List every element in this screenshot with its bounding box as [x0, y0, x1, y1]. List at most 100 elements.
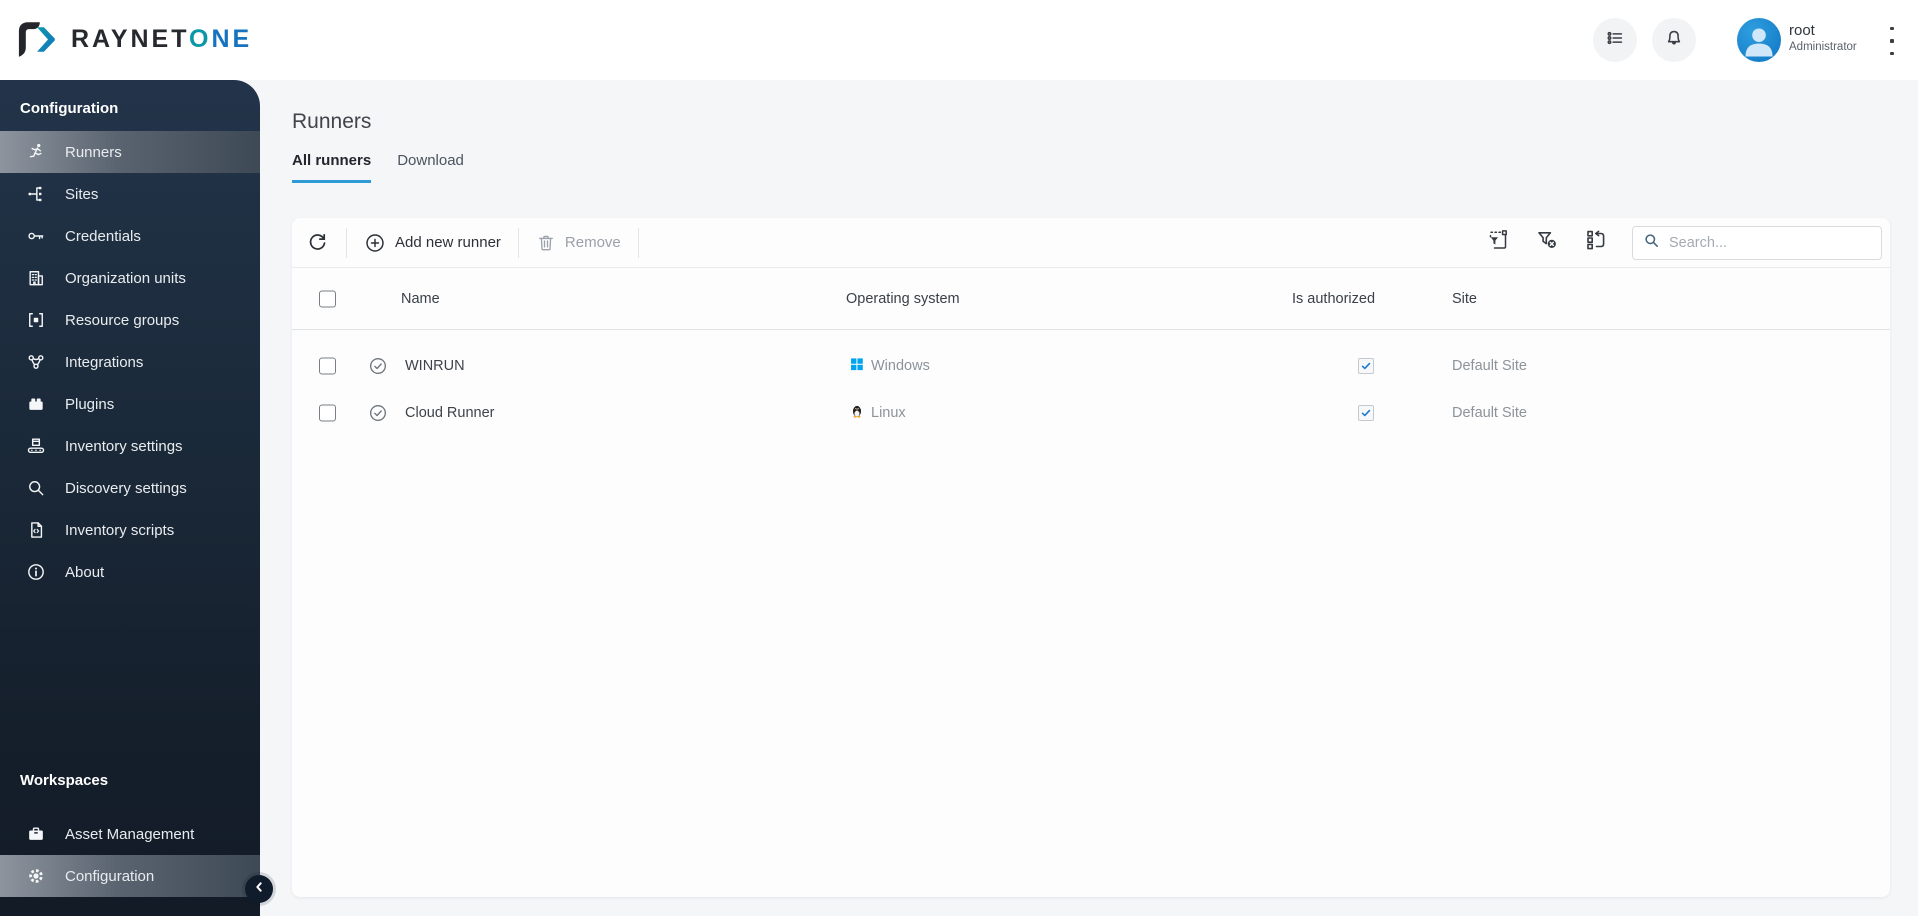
script-file-icon	[26, 520, 46, 540]
filter-template-icon	[1486, 228, 1510, 257]
remove-label: Remove	[564, 234, 621, 251]
sidebar-item-inventory-settings[interactable]: Inventory settings	[0, 425, 260, 467]
clear-filter-button[interactable]	[1534, 230, 1560, 256]
column-header-site[interactable]: Site	[1452, 291, 1477, 307]
table-row[interactable]: Cloud Runner Linux Default Site	[292, 389, 1890, 436]
search-input[interactable]	[1669, 234, 1871, 251]
sidebar-item-label: Plugins	[65, 395, 115, 413]
sidebar-item-sites[interactable]: Sites	[0, 173, 260, 215]
grid-toolbar: Add new runner Remove	[292, 218, 1890, 268]
main-content: Runners All runners Download Add new run…	[260, 80, 1918, 916]
toolbar-right-group	[1485, 225, 1882, 260]
column-chooser-button[interactable]	[1583, 230, 1609, 256]
brand-wordmark: RAYNETONE	[71, 25, 253, 53]
sites-icon	[26, 184, 46, 204]
runner-site: Default Site	[1452, 404, 1527, 421]
column-header-name[interactable]: Name	[401, 291, 440, 307]
sidebar-item-label: Integrations	[65, 353, 144, 371]
is-authorized-checkbox	[1358, 404, 1374, 421]
runner-os: Windows	[850, 357, 930, 375]
user-avatar[interactable]	[1737, 18, 1781, 62]
workspace-item-configuration[interactable]: Configuration	[0, 855, 260, 897]
toolbar-divider	[637, 227, 639, 258]
runner-name: WINRUN	[405, 357, 465, 374]
runner-site: Default Site	[1452, 357, 1527, 374]
tab-download[interactable]: Download	[397, 152, 464, 183]
runner-name: Cloud Runner	[405, 404, 495, 421]
sidebar-item-plugins[interactable]: Plugins	[0, 383, 260, 425]
sidebar: Configuration Runners Sites Credentials Org…	[0, 80, 273, 916]
sidebar-item-label: Inventory scripts	[65, 521, 175, 539]
app-root: RAYNETONE root Administrator Configurati…	[0, 0, 1918, 916]
search-icon	[1643, 232, 1660, 254]
column-header-authorized[interactable]: Is authorized	[1292, 291, 1375, 307]
select-all-checkbox[interactable]	[319, 290, 336, 307]
brand-logo[interactable]: RAYNETONE	[18, 21, 252, 58]
bell-icon	[1663, 27, 1685, 54]
sidebar-item-discovery-settings[interactable]: Discovery settings	[0, 467, 260, 509]
user-role: Administrator	[1789, 41, 1857, 53]
sidebar-item-label: Resource groups	[65, 311, 180, 329]
column-chooser-icon	[1584, 228, 1608, 257]
sidebar-item-organization-units[interactable]: Organization units	[0, 257, 260, 299]
table-row[interactable]: WINRUN Windows Default Site	[292, 342, 1890, 389]
key-icon	[26, 226, 46, 246]
filter-template-button[interactable]	[1485, 230, 1511, 256]
toolbar-divider	[517, 227, 519, 258]
sidebar-section-title: Configuration	[20, 100, 119, 117]
sidebar-item-resource-groups[interactable]: Resource groups	[0, 299, 260, 341]
sidebar-item-runners[interactable]: Runners	[0, 131, 260, 173]
refresh-button[interactable]	[306, 231, 329, 254]
briefcase-icon	[26, 824, 46, 844]
magnifier-icon	[26, 478, 46, 498]
sidebar-collapse-button[interactable]	[245, 875, 273, 903]
add-new-runner-label: Add new runner	[395, 234, 501, 251]
column-header-os[interactable]: Operating system	[846, 291, 960, 307]
info-icon	[26, 562, 46, 582]
row-checkbox[interactable]	[319, 404, 336, 421]
sidebar-item-label: Credentials	[65, 227, 141, 245]
add-new-runner-button[interactable]: Add new runner	[364, 232, 501, 254]
sidebar-item-label: Organization units	[65, 269, 186, 287]
workspaces-nav: Asset Management Configuration	[0, 813, 260, 897]
sidebar-item-integrations[interactable]: Integrations	[0, 341, 260, 383]
chevron-left-icon	[251, 879, 267, 900]
person-icon	[1745, 28, 1773, 57]
linux-logo	[850, 404, 864, 422]
workspace-item-asset-management[interactable]: Asset Management	[0, 813, 260, 855]
sidebar-item-label: Discovery settings	[65, 479, 187, 497]
sidebar-item-label: Inventory settings	[65, 437, 183, 455]
tab-bar: All runners Download	[292, 152, 464, 183]
sidebar-item-label: About	[65, 563, 105, 581]
overflow-menu-button[interactable]	[1884, 27, 1900, 55]
runner-os-label: Windows	[871, 357, 930, 374]
page-title: Runners	[292, 110, 372, 133]
integrations-icon	[26, 352, 46, 372]
sidebar-item-credentials[interactable]: Credentials	[0, 215, 260, 257]
sidebar-item-label: Runners	[65, 143, 122, 161]
clear-filter-icon	[1535, 228, 1559, 257]
task-list-icon	[1604, 27, 1626, 54]
row-checkbox[interactable]	[319, 357, 336, 374]
is-authorized-checkbox	[1358, 357, 1374, 374]
runner-icon	[26, 142, 46, 162]
topbar: RAYNETONE root Administrator	[0, 0, 1918, 80]
plugin-icon	[26, 394, 46, 414]
resource-group-icon	[26, 310, 46, 330]
gear-icon	[26, 866, 46, 886]
raynet-logo-icon	[18, 21, 58, 58]
sidebar-item-about[interactable]: About	[0, 551, 260, 593]
user-menu[interactable]: root Administrator	[1789, 22, 1857, 54]
tab-all-runners[interactable]: All runners	[292, 152, 372, 183]
sidebar-nav: Runners Sites Credentials Organization unit…	[0, 131, 260, 593]
trash-icon	[536, 233, 556, 253]
workspaces-title: Workspaces	[20, 772, 109, 789]
sidebar-item-inventory-scripts[interactable]: Inventory scripts	[0, 509, 260, 551]
sidebar-item-label: Sites	[65, 185, 99, 203]
notifications-button[interactable]	[1652, 18, 1696, 62]
remove-button[interactable]: Remove	[536, 233, 621, 253]
task-list-button[interactable]	[1593, 18, 1637, 62]
windows-logo	[850, 357, 864, 375]
sidebar-item-label: Configuration	[65, 867, 155, 885]
runner-os-label: Linux	[871, 404, 906, 421]
